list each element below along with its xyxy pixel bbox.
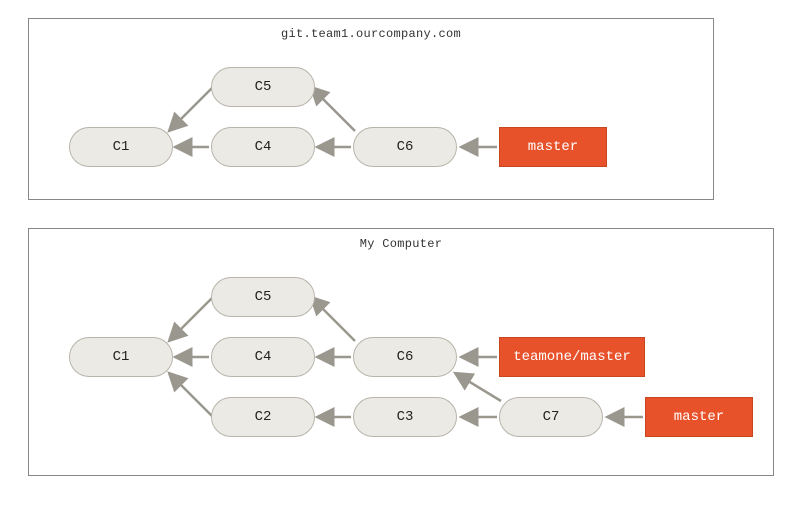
- ref-teamone-master: teamone/master: [499, 337, 645, 377]
- commit-c4: C4: [211, 127, 315, 167]
- remote-panel-title: git.team1.ourcompany.com: [29, 27, 713, 41]
- ref-local-master: master: [645, 397, 753, 437]
- ref-remote-master: master: [499, 127, 607, 167]
- commit-c6: C6: [353, 337, 457, 377]
- commit-c2: C2: [211, 397, 315, 437]
- local-panel: My Computer C1 C4 C6 C5 C2 C3 C7 teamone…: [28, 228, 774, 476]
- remote-panel: git.team1.ourcompany.com C1 C4 C6 C5 mas…: [28, 18, 714, 200]
- commit-c3: C3: [353, 397, 457, 437]
- commit-c6: C6: [353, 127, 457, 167]
- commit-c5: C5: [211, 277, 315, 317]
- commit-c5: C5: [211, 67, 315, 107]
- commit-c1: C1: [69, 127, 173, 167]
- commit-c1: C1: [69, 337, 173, 377]
- commit-c4: C4: [211, 337, 315, 377]
- local-panel-title: My Computer: [29, 237, 773, 251]
- remote-edges: [29, 19, 715, 201]
- commit-c7: C7: [499, 397, 603, 437]
